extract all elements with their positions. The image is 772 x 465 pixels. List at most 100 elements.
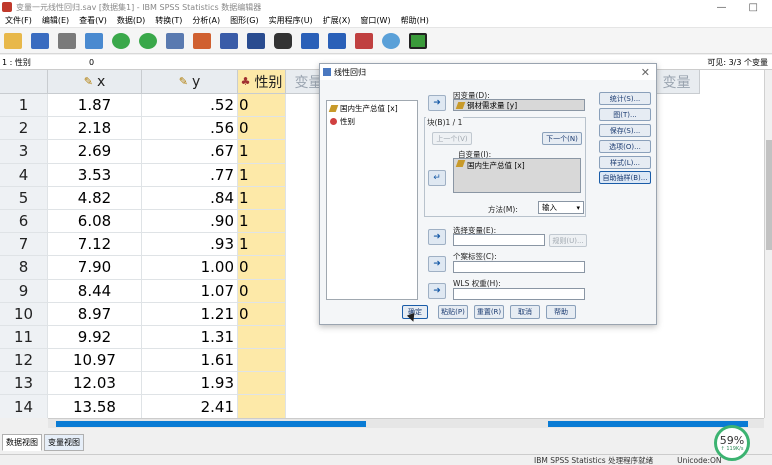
goto-case-icon[interactable] [164,30,186,52]
column-header-x[interactable]: ✎ x [48,70,142,94]
tab-variable-view[interactable]: 变量视图 [44,434,84,451]
row-number-cell[interactable]: 8 [0,256,48,280]
cell-y[interactable]: .67 [142,140,238,164]
cell-x[interactable]: 8.44 [48,279,142,303]
row-number-cell[interactable]: 5 [0,186,48,210]
cell-sex[interactable]: 1 [238,186,286,210]
case-labels-field[interactable] [453,261,585,273]
list-item[interactable]: 性别 [330,116,414,127]
menu-edit[interactable]: 编辑(E) [37,15,74,26]
column-header-y[interactable]: ✎ y [142,70,238,94]
cell-sex[interactable] [238,349,286,373]
plots-button[interactable]: 图(T)... [599,108,651,121]
method-select[interactable]: 输入 ▾ [538,201,584,214]
find-icon[interactable] [272,30,294,52]
save-button[interactable]: 保存(S)... [599,124,651,137]
cell-x[interactable]: 6.08 [48,209,142,234]
cancel-button[interactable]: 取消 [510,305,540,319]
network-speed-widget[interactable]: 59% ↑ 119K/s [714,425,750,461]
cell-sex[interactable]: 0 [238,94,286,118]
vertical-scroll-thumb[interactable] [766,140,772,250]
cell-y[interactable]: 1.07 [142,279,238,303]
cell-y[interactable]: .77 [142,163,238,187]
move-case-label-button[interactable]: ➜ [428,256,446,272]
horizontal-scroll-thumb[interactable] [56,421,366,427]
statistics-button[interactable]: 统计(S)... [599,92,651,105]
paste-button[interactable]: 粘贴(P) [438,305,468,319]
cell-value-field[interactable]: 0 [85,58,94,67]
help-button[interactable]: 帮助 [546,305,576,319]
row-number-cell[interactable]: 6 [0,209,48,234]
row-number-cell[interactable]: 10 [0,302,48,326]
row-number-cell[interactable]: 3 [0,140,48,164]
cell-y[interactable]: .52 [142,94,238,118]
move-independent-button[interactable]: ↵ [428,170,446,186]
cell-x[interactable]: 9.92 [48,325,142,350]
dependent-field[interactable]: 钢材需求量 [y] [453,99,585,111]
open-folder-icon[interactable] [2,30,24,52]
cell-y[interactable]: 2.41 [142,395,238,418]
row-number-cell[interactable]: 11 [0,325,48,350]
row-number-cell[interactable]: 4 [0,163,48,187]
cell-sex[interactable]: 0 [238,279,286,303]
row-number-cell[interactable]: 14 [0,395,48,418]
insert-cases-icon[interactable] [299,30,321,52]
cell-sex[interactable]: 1 [238,209,286,234]
row-number-cell[interactable]: 7 [0,233,48,257]
cell-x[interactable]: 2.18 [48,117,142,141]
row-number-cell[interactable]: 1 [0,94,48,118]
row-number-cell[interactable]: 9 [0,279,48,303]
cell-y[interactable]: .90 [142,209,238,234]
reset-button[interactable]: 重置(R) [474,305,504,319]
cell-sex[interactable]: 0 [238,117,286,141]
style-button[interactable]: 样式(L)... [599,156,651,169]
horizontal-scrollbar[interactable] [48,418,764,428]
cell-y[interactable]: 1.93 [142,372,238,396]
cell-sex[interactable]: 1 [238,233,286,257]
cell-sex[interactable]: 1 [238,140,286,164]
previous-block-button[interactable]: 上一个(V) [432,132,472,145]
row-number-cell[interactable]: 13 [0,372,48,396]
close-icon[interactable]: ✕ [641,66,650,79]
move-dependent-button[interactable]: ➜ [428,95,446,111]
cell-x[interactable]: 12.03 [48,372,142,396]
source-variable-list[interactable]: 国内生产总值 [x] 性别 [326,100,418,300]
cell-x[interactable]: 7.12 [48,233,142,257]
menu-help[interactable]: 帮助(H) [396,15,434,26]
cell-x[interactable]: 4.82 [48,186,142,210]
rule-button[interactable]: 规则(U)... [549,234,587,247]
list-item[interactable]: 国内生产总值 [x] [328,103,414,114]
bootstrap-button[interactable]: 自助抽样(B)... [599,171,651,184]
cell-y[interactable]: .84 [142,186,238,210]
tab-data-view[interactable]: 数据视图 [2,434,42,451]
menu-window[interactable]: 窗口(W) [355,15,395,26]
menu-graphs[interactable]: 图形(G) [225,15,263,26]
use-variable-sets-icon[interactable] [407,30,429,52]
menu-view[interactable]: 查看(V) [74,15,112,26]
cell-y[interactable]: .56 [142,117,238,141]
menu-extensions[interactable]: 扩展(X) [318,15,356,26]
dialog-recall-icon[interactable] [83,30,105,52]
cell-sex[interactable]: 0 [238,302,286,326]
vertical-scrollbar[interactable] [764,70,772,418]
options-button[interactable]: 选项(O)... [599,140,651,153]
grid-corner[interactable] [0,70,48,94]
save-icon[interactable] [29,30,51,52]
split-file-icon[interactable] [353,30,375,52]
selection-variable-field[interactable] [453,234,545,246]
independent-list[interactable]: 国内生产总值 [x] [453,158,581,193]
cell-sex[interactable] [238,372,286,396]
cell-y[interactable]: .93 [142,233,238,257]
horizontal-scroll-thumb[interactable] [548,421,748,427]
variables-icon[interactable] [218,30,240,52]
cell-y[interactable]: 1.21 [142,302,238,326]
next-block-button[interactable]: 下一个(N) [542,132,582,145]
column-header-sex[interactable]: ♣ 性别 [238,70,286,94]
cell-y[interactable]: 1.31 [142,325,238,350]
cell-x[interactable]: 13.58 [48,395,142,418]
move-selection-button[interactable]: ➜ [428,229,446,245]
cell-y[interactable]: 1.61 [142,349,238,373]
cell-x[interactable]: 10.97 [48,349,142,373]
cell-x[interactable]: 8.97 [48,302,142,326]
menu-analyze[interactable]: 分析(A) [187,15,225,26]
